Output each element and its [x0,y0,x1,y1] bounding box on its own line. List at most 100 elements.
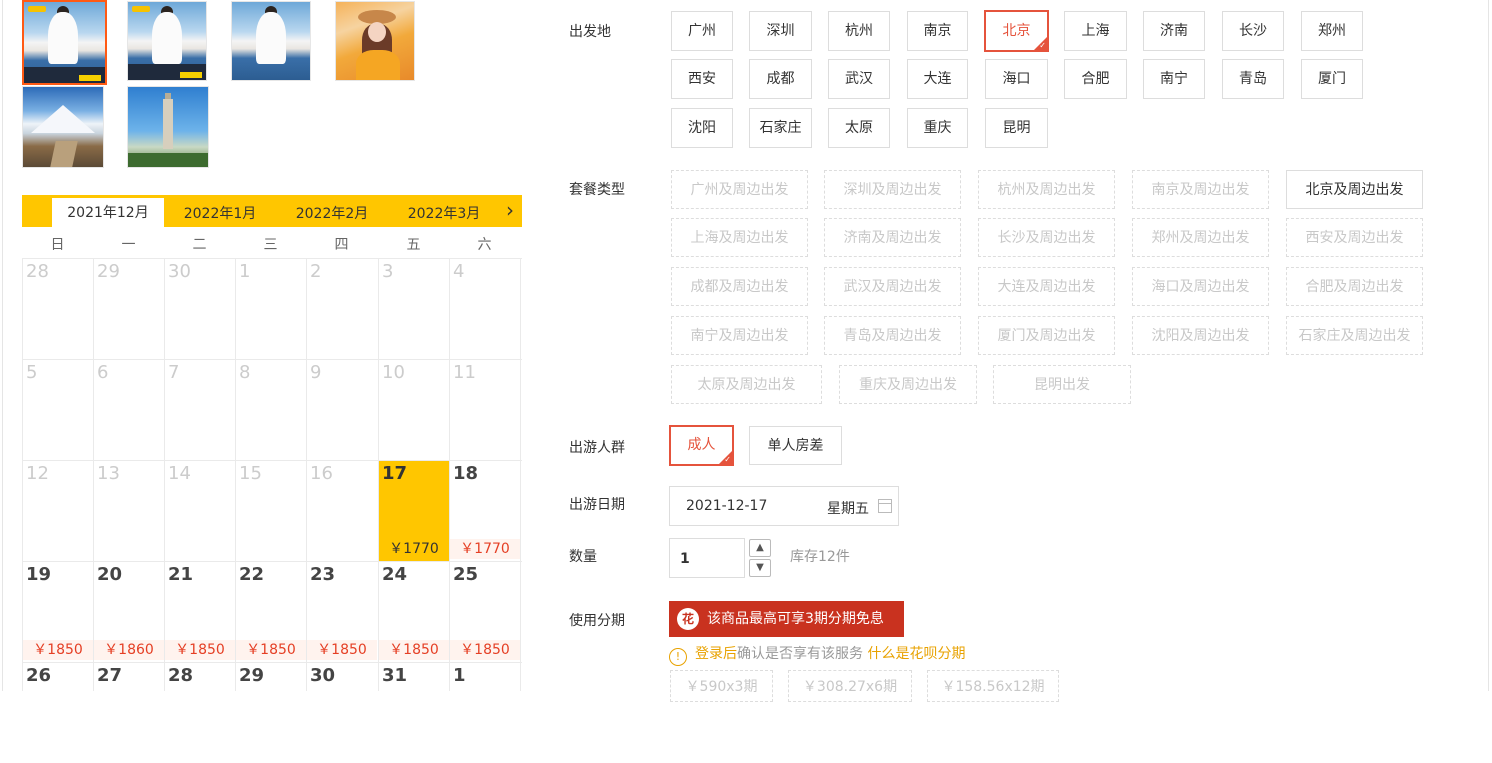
date-picker[interactable]: 2021-12-17 星期五 [669,486,899,526]
login-link[interactable]: 登录后 [695,646,737,662]
calendar-day-number: 31 [382,665,408,686]
departure-option[interactable]: 深圳 [749,11,812,51]
tab-2022-03[interactable]: 2022年3月 [388,199,500,227]
calendar-day[interactable]: 1 [450,663,520,763]
departure-option[interactable]: 北京 ✓ [984,10,1049,52]
package-option: 济南及周边出发 [824,218,961,257]
what-is-huabei-link[interactable]: 什么是花呗分期 [867,646,965,662]
gallery-thumb-6[interactable] [127,86,209,168]
package-option: 成都及周边出发 [671,267,808,306]
departure-option[interactable]: 石家庄 [749,108,812,148]
departure-option[interactable]: 沈阳 [671,108,733,148]
photo-detail [256,12,286,64]
login-hint: 确认是否享有该服务 [737,646,863,662]
quantity-input[interactable]: 1 [669,538,745,578]
departure-option[interactable]: 厦门 [1301,59,1363,99]
calendar-day-number: 30 [310,665,336,686]
departure-option[interactable]: 济南 [1143,11,1205,51]
calendar-day[interactable]: 29 [236,663,306,763]
gallery-thumb-5[interactable] [22,86,104,168]
calendar-day: 11 [450,360,520,460]
date-label: 出游日期 [569,497,625,513]
departure-option[interactable]: 南宁 [1143,59,1205,99]
calendar-day[interactable]: 27 [94,663,164,763]
info-icon: ! [669,648,687,666]
calendar-day-number: 3 [382,261,394,282]
calendar-day[interactable]: 30 [307,663,377,763]
tab-2021-12[interactable]: 2021年12月 [52,198,164,228]
traveler-adult[interactable]: 成人 ✓ [669,425,734,466]
package-option: 杭州及周边出发 [978,170,1115,209]
departure-option[interactable]: 成都 [749,59,812,99]
package-option: 合肥及周边出发 [1286,267,1423,306]
calendar-day-price: ￥1850 [307,640,377,660]
gallery-thumb-2[interactable] [127,1,207,81]
departure-option[interactable]: 南京 [907,11,968,51]
installment-plan-12[interactable]: ￥158.56x12期 [927,670,1059,702]
departure-option[interactable]: 青岛 [1222,59,1284,99]
departure-option-label: 南宁 [1160,71,1188,87]
gallery-thumb-1[interactable] [22,0,107,85]
calendar-day[interactable]: 20 ￥1860 [94,562,164,662]
departure-option[interactable]: 合肥 [1064,59,1127,99]
photo-tag [180,72,202,78]
package-option: 上海及周边出发 [671,218,808,257]
calendar-icon[interactable] [878,499,892,513]
gallery-thumb-4[interactable] [335,1,415,81]
calendar-day[interactable]: 18 ￥1770 [450,461,520,561]
departure-option[interactable]: 杭州 [828,11,890,51]
departure-option[interactable]: 昆明 [985,108,1048,148]
calendar-day[interactable]: 22 ￥1850 [236,562,306,662]
calendar-day[interactable]: 26 [23,663,93,763]
frame-border-right [1488,0,1489,691]
departure-option[interactable]: 海口 [985,59,1048,99]
departure-option[interactable]: 大连 [907,59,968,99]
installment-plan-6[interactable]: ￥308.27x6期 [788,670,912,702]
traveler-single-room[interactable]: 单人房差 [749,426,842,465]
stock-text: 库存12件 [790,549,850,565]
calendar-day[interactable]: 31 [379,663,449,763]
calendar-day-number: 24 [382,564,408,585]
departure-option[interactable]: 长沙 [1222,11,1284,51]
calendar-day-number: 5 [26,362,38,383]
photo-detail [152,12,182,64]
calendar-day[interactable]: 23 ￥1850 [307,562,377,662]
weekday-label: 四 [334,237,349,253]
calendar-day[interactable]: 21 ￥1850 [165,562,235,662]
gallery-thumb-3[interactable] [231,1,311,81]
departure-option[interactable]: 上海 [1064,11,1127,51]
calendar-day[interactable]: 25 ￥1850 [450,562,520,662]
tab-2022-01[interactable]: 2022年1月 [164,199,276,227]
departure-option[interactable]: 武汉 [828,59,890,99]
calendar-day: 15 [236,461,306,561]
calendar-grid-line [520,258,521,691]
departure-option[interactable]: 重庆 [907,108,968,148]
calendar-day[interactable]: 24 ￥1850 [379,562,449,662]
calendar-day: 5 [23,360,93,460]
quantity-up-icon[interactable]: ▲ [749,539,771,557]
calendar-day-number: 1 [239,261,251,282]
tab-2022-02[interactable]: 2022年2月 [276,199,388,227]
departure-option[interactable]: 西安 [671,59,733,99]
photo-detail [163,99,173,149]
departure-option[interactable]: 太原 [828,108,890,148]
calendar-day[interactable]: 19 ￥1850 [23,562,93,662]
departure-option[interactable]: 郑州 [1301,11,1363,51]
quantity-down-icon[interactable]: ▼ [749,559,771,577]
calendar-day[interactable]: 17 ￥1770 [379,461,449,561]
departure-option-label: 厦门 [1318,71,1346,87]
chevron-right-icon[interactable]: › [506,199,514,221]
calendar-day-number: 19 [26,564,52,585]
calendar-day-number: 11 [453,362,476,383]
installment-plan-3[interactable]: ￥590x3期 [670,670,773,702]
departure-option-label: 沈阳 [688,120,716,136]
calendar-day[interactable]: 28 [165,663,235,763]
calendar-day-number: 23 [310,564,336,585]
package-option[interactable]: 北京及周边出发 [1286,170,1423,209]
quantity-value: 1 [680,551,690,567]
departure-option[interactable]: 广州 [671,11,733,51]
calendar-day-number: 28 [26,261,49,282]
weekday-label: 三 [263,237,278,253]
calendar-month-tabs: 2021年12月 2022年1月 2022年2月 2022年3月 › [22,195,522,228]
departure-option-label: 大连 [923,71,952,87]
